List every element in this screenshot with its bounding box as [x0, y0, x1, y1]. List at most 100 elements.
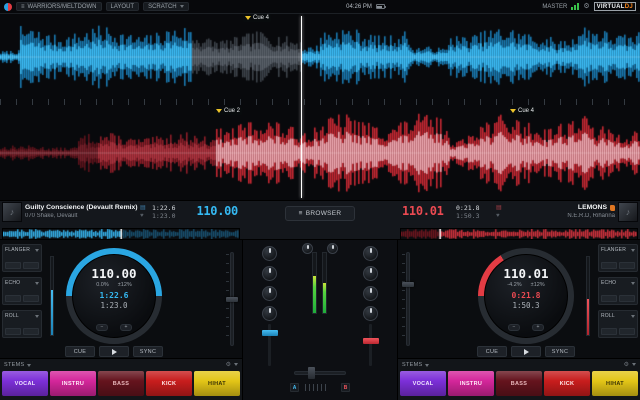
fx-selector[interactable]: FLANGER	[601, 247, 635, 253]
deck2-pitch-slider[interactable]	[402, 252, 414, 346]
play-button[interactable]	[99, 346, 129, 357]
deck1-time-display[interactable]: 1:22.6 1:23.0	[152, 205, 175, 221]
stem-pad-bass[interactable]: BASS	[496, 371, 542, 396]
pads-settings[interactable]: ⚙	[624, 361, 636, 368]
sync-button[interactable]: SYNC	[545, 346, 575, 357]
cue-marker-deck2-a[interactable]: Cue 2	[214, 107, 242, 115]
deck1-waveform[interactable]	[0, 17, 640, 97]
stem-pad-bass[interactable]: BASS	[98, 371, 144, 396]
fx-selector[interactable]: ECHO	[601, 280, 635, 286]
vu-meter-right	[322, 252, 327, 314]
pads-settings[interactable]: ⚙	[226, 361, 238, 368]
favorite-heart-icon[interactable]: ♥	[140, 213, 144, 219]
fx-param-button[interactable]	[619, 328, 635, 335]
deck2-overview-stripe[interactable]	[400, 228, 638, 240]
clock: 04:26 PM	[346, 4, 372, 10]
fx-on-button[interactable]	[601, 328, 617, 335]
fx-on-button[interactable]	[601, 262, 617, 269]
pitch-slider-handle[interactable]	[226, 297, 238, 302]
deck1-pitch-range[interactable]: ±12%	[118, 282, 132, 288]
master-meter	[571, 3, 579, 10]
ch1-gain-knob[interactable]	[262, 246, 277, 261]
fx-selector[interactable]: ECHO	[5, 280, 39, 286]
ch2-eq-low-knob[interactable]	[363, 306, 378, 321]
ch2-eq-mid-knob[interactable]	[363, 286, 378, 301]
deck1-jog-wheel[interactable]: 110.00 0.0% ±12% 1:22.6 1:23.0 − +	[66, 248, 162, 344]
fx-param-button[interactable]	[619, 262, 635, 269]
stem-pad-hihat[interactable]: HIHAT	[194, 371, 240, 396]
headphone-volume-knob[interactable]	[327, 243, 338, 254]
ch2-fader-track[interactable]	[369, 324, 372, 366]
pad-label: BASS	[511, 381, 527, 387]
fx-param-button[interactable]	[23, 262, 39, 269]
fx-on-button[interactable]	[5, 328, 21, 335]
fx-on-button[interactable]	[5, 295, 21, 302]
headphone-cue-b-button[interactable]: B	[341, 383, 350, 392]
stem-pad-instru[interactable]: INSTRU	[448, 371, 494, 396]
stem-pad-hihat[interactable]: HIHAT	[592, 371, 638, 396]
scratch-select[interactable]: SCRATCH	[143, 2, 189, 11]
fx-on-button[interactable]	[5, 262, 21, 269]
playhead-marker	[301, 16, 302, 198]
cue-button[interactable]: CUE	[65, 346, 95, 357]
pad-label: BASS	[113, 381, 129, 387]
cue-button[interactable]: CUE	[477, 346, 507, 357]
deck1-album-art: ♪	[2, 202, 22, 222]
deck1-jog-remaining: 1:23.0	[100, 301, 127, 310]
fx-param-button[interactable]	[23, 328, 39, 335]
fx-param-button[interactable]	[619, 295, 635, 302]
pitch-bend-plus-button[interactable]: +	[120, 324, 132, 331]
ch1-eq-low-knob[interactable]	[262, 306, 277, 321]
ch2-volume-fader[interactable]	[363, 338, 379, 344]
play-button[interactable]	[511, 346, 541, 357]
deck2-time-display[interactable]: 0:21.8 1:50.3	[456, 205, 479, 221]
deck1-pitch-slider[interactable]	[226, 252, 238, 346]
stem-pad-kick[interactable]: KICK	[544, 371, 590, 396]
fx-slot-2: ECHO	[598, 277, 638, 305]
ch2-eq-high-knob[interactable]	[363, 266, 378, 281]
beat-grid-strip	[0, 99, 640, 105]
pitch-bend-plus-button[interactable]: +	[532, 324, 544, 331]
stem-pad-kick[interactable]: KICK	[146, 371, 192, 396]
browser-button[interactable]: ≡ BROWSER	[285, 206, 355, 221]
pitch-bend-minus-button[interactable]: −	[96, 324, 108, 331]
jog-display: 110.00 0.0% ±12% 1:22.6 1:23.0 − +	[72, 254, 156, 338]
deck2-remaining: 1:50.3	[456, 213, 479, 221]
fx-selector[interactable]: ROLL	[5, 313, 39, 319]
preset-menu[interactable]: ≡ WARRIORS/MELTDOWN	[16, 2, 102, 11]
fx-on-button[interactable]	[601, 295, 617, 302]
headphone-cue-a-button[interactable]: A	[290, 383, 299, 392]
fx-param-button[interactable]	[23, 295, 39, 302]
cue-label: Cue 4	[253, 15, 269, 21]
deck2-pitch-range[interactable]: ±12%	[531, 282, 545, 288]
fx-slot-2: ECHO	[2, 277, 42, 305]
fx-selector[interactable]: FLANGER	[5, 247, 39, 253]
cue-marker-deck1[interactable]: Cue 4	[243, 14, 271, 22]
favorite-heart-icon[interactable]: ♥	[496, 213, 500, 219]
ch1-volume-fader[interactable]	[262, 330, 278, 336]
layout-button[interactable]: LAYOUT	[106, 2, 140, 11]
fx-selector[interactable]: ROLL	[601, 313, 635, 319]
stem-pad-vocal[interactable]: VOCAL	[400, 371, 446, 396]
deck1-artist: 070 Shake, Devault	[25, 213, 149, 219]
pitch-bend-minus-button[interactable]: −	[508, 324, 520, 331]
settings-gear-icon[interactable]: ⚙	[583, 3, 589, 10]
deck2-jog-wheel[interactable]: 110.01 -4.2% ±12% 0:21.8 1:50.3 − +	[478, 248, 574, 344]
crossfader-track[interactable]	[294, 371, 346, 375]
deck2-pads-page-select[interactable]: STEMS	[402, 362, 429, 368]
ch1-eq-high-knob[interactable]	[262, 266, 277, 281]
sync-button[interactable]: SYNC	[133, 346, 163, 357]
fx-name: ROLL	[5, 313, 19, 319]
crossfader-handle[interactable]	[308, 367, 315, 379]
stem-pad-instru[interactable]: INSTRU	[50, 371, 96, 396]
master-label: MASTER	[542, 4, 567, 10]
ch1-eq-mid-knob[interactable]	[262, 286, 277, 301]
deck1-overview-stripe[interactable]	[2, 228, 240, 240]
stem-pad-vocal[interactable]: VOCAL	[2, 371, 48, 396]
cue-marker-deck2-b[interactable]: Cue 4	[508, 107, 536, 115]
deck2-waveform[interactable]	[0, 107, 640, 199]
cue-label: Cue 2	[224, 108, 240, 114]
pitch-slider-handle[interactable]	[402, 282, 414, 287]
ch2-gain-knob[interactable]	[363, 246, 378, 261]
deck1-pads-page-select[interactable]: STEMS	[4, 362, 31, 368]
